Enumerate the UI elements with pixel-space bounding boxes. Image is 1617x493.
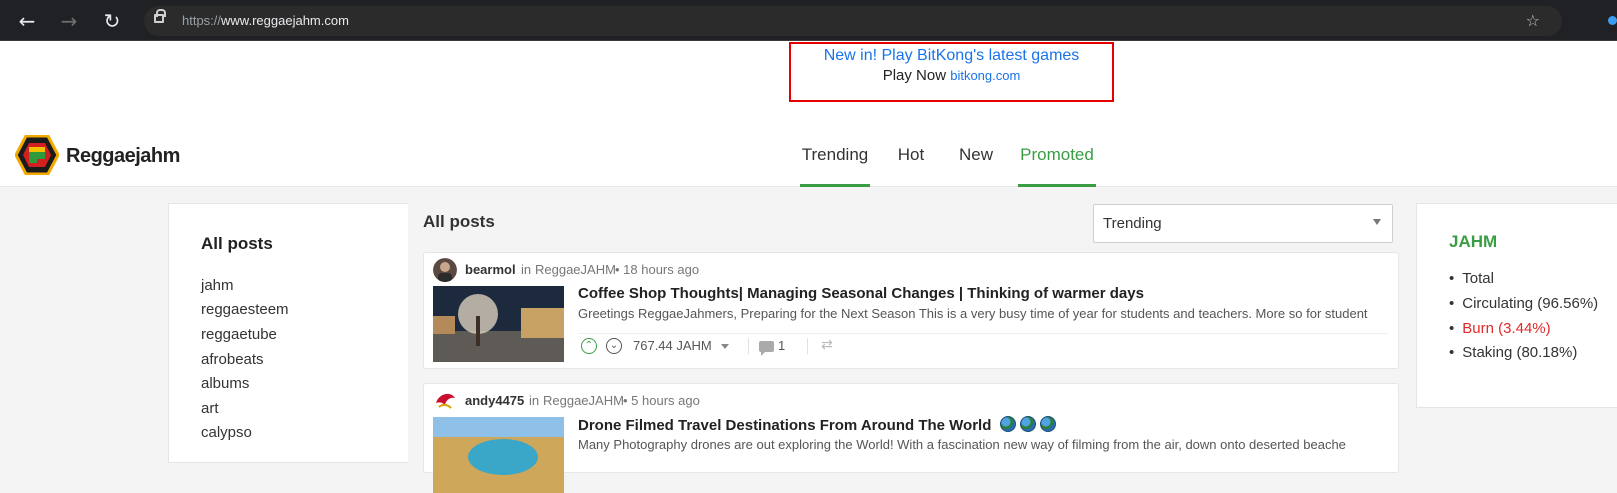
sidebar-title[interactable]: All posts — [201, 234, 273, 254]
stat-total: Total — [1449, 270, 1494, 287]
author-avatar[interactable] — [433, 389, 457, 413]
back-icon[interactable]: ← — [14, 8, 40, 34]
lock-icon[interactable] — [154, 9, 166, 23]
url-text[interactable]: https://www.reggaejahm.com — [182, 13, 349, 28]
reggaejahm-logo-icon[interactable] — [15, 135, 59, 175]
upvote-icon[interactable]: ⌃ — [581, 338, 597, 354]
comment-count[interactable]: 1 — [778, 338, 785, 353]
tab-new[interactable]: New — [958, 131, 994, 187]
divider — [748, 338, 749, 354]
ad-title[interactable]: New in! Play BitKong's latest games — [791, 47, 1112, 65]
post-title[interactable]: Coffee Shop Thoughts| Managing Seasonal … — [578, 285, 1144, 302]
chevron-down-icon — [1373, 219, 1381, 225]
category-sidebar: All posts jahm reggaesteem reggaetube af… — [168, 203, 408, 463]
post-age[interactable]: • 5 hours ago — [623, 393, 700, 408]
stat-burn: Burn (3.44%) — [1449, 320, 1550, 337]
tab-hot[interactable]: Hot — [896, 131, 926, 187]
post-community-prefix: in — [529, 393, 540, 408]
reload-icon[interactable]: ↻ — [99, 8, 125, 34]
sidebar-item-jahm[interactable]: jahm — [201, 277, 234, 294]
sidebar-item-art[interactable]: art — [201, 400, 219, 417]
post-age[interactable]: • 18 hours ago — [615, 262, 699, 277]
sort-select[interactable]: Trending — [1093, 204, 1393, 243]
forward-icon[interactable]: → — [56, 8, 82, 34]
url-scheme: https:// — [182, 13, 222, 28]
globe-emoji-icon — [1019, 416, 1036, 432]
stat-staking: Staking (80.18%) — [1449, 344, 1577, 361]
post-thumbnail[interactable] — [433, 417, 564, 493]
stat-circulating: Circulating (96.56%) — [1449, 295, 1598, 312]
payout-chevron-icon[interactable] — [721, 344, 729, 349]
globe-emoji-icon — [999, 416, 1016, 432]
post-excerpt[interactable]: Many Photography drones are out explorin… — [578, 437, 1388, 452]
post-author[interactable]: andy4475 — [465, 393, 524, 408]
brand-name[interactable]: Reggaejahm — [66, 145, 180, 168]
sidebar-item-reggaetube[interactable]: reggaetube — [201, 326, 277, 343]
site-header: New in! Play BitKong's latest games Play… — [0, 41, 1617, 187]
post-actions: ⌃ ⌄ 767.44 JAHM 1 ⇄ — [578, 333, 1388, 358]
feed-title: All posts — [423, 212, 495, 231]
ad-cta[interactable]: Play Now — [883, 67, 946, 84]
post-title[interactable]: Drone Filmed Travel Destinations From Ar… — [578, 416, 1056, 434]
post-thumbnail[interactable] — [433, 286, 564, 362]
sort-select-value: Trending — [1103, 215, 1162, 232]
divider — [807, 338, 808, 354]
sidebar-item-albums[interactable]: albums — [201, 375, 249, 392]
reblog-icon[interactable]: ⇄ — [821, 337, 833, 353]
ad-cta-line: Play Now bitkong.com — [791, 67, 1112, 84]
globe-emoji-icon — [1039, 416, 1056, 432]
browser-toolbar: ← → ↻ https://www.reggaejahm.com ☆ — [0, 0, 1617, 41]
profile-indicator-icon[interactable] — [1608, 16, 1617, 25]
token-info-panel: JAHM Total 3 Circulating (96.56%) 3 Burn… — [1416, 203, 1617, 408]
downvote-icon[interactable]: ⌄ — [606, 338, 622, 354]
post-author[interactable]: bearmol — [465, 262, 516, 277]
address-bar[interactable]: https://www.reggaejahm.com ☆ — [144, 6, 1562, 36]
post-excerpt[interactable]: Greetings ReggaeJahmers, Preparing for t… — [578, 306, 1388, 321]
tab-promoted[interactable]: Promoted — [1018, 131, 1096, 187]
sidebar-item-calypso[interactable]: calypso — [201, 424, 252, 441]
post-community[interactable]: ReggaeJAHM — [543, 393, 624, 408]
url-host: www.reggaejahm.com — [221, 13, 349, 28]
author-avatar[interactable] — [433, 258, 457, 282]
post-title-text: Drone Filmed Travel Destinations From Ar… — [578, 417, 992, 434]
sidebar-item-afrobeats[interactable]: afrobeats — [201, 351, 264, 368]
post-community[interactable]: ReggaeJAHM — [535, 262, 616, 277]
post-payout[interactable]: 767.44 JAHM — [633, 338, 712, 353]
post-community-prefix: in — [521, 262, 532, 277]
token-title: JAHM — [1449, 232, 1498, 251]
favorite-star-icon[interactable]: ☆ — [1526, 11, 1540, 30]
post-card[interactable]: andy4475 in ReggaeJAHM • 5 hours ago Dro… — [423, 383, 1399, 493]
ad-banner[interactable]: New in! Play BitKong's latest games Play… — [789, 42, 1114, 102]
ad-domain[interactable]: bitkong.com — [950, 68, 1020, 83]
comment-icon[interactable] — [759, 341, 774, 356]
post-card[interactable]: bearmol in ReggaeJAHM • 18 hours ago Cof… — [423, 252, 1399, 369]
sidebar-item-reggaesteem[interactable]: reggaesteem — [201, 301, 289, 318]
tab-trending[interactable]: Trending — [800, 131, 870, 187]
